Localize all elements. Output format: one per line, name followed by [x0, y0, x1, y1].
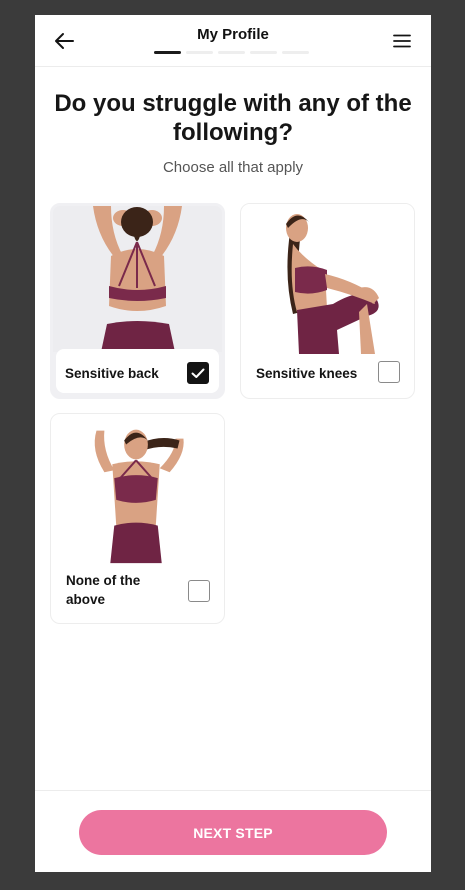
- progress-segment-active: [154, 51, 181, 54]
- progress-segment: [250, 51, 277, 54]
- progress-indicator: [154, 51, 309, 54]
- question-subtitle: Choose all that apply: [162, 159, 304, 176]
- option-checkbox[interactable]: [188, 580, 210, 602]
- option-label: Sensitive knees: [256, 366, 358, 381]
- option-card-sensitive-knees[interactable]: Sensitive knees: [240, 203, 415, 399]
- page-title: My Profile: [197, 26, 269, 43]
- woman-back-view-photo: [53, 206, 222, 352]
- option-card-sensitive-back[interactable]: Sensitive back: [50, 203, 225, 399]
- checkmark-icon: [191, 368, 205, 378]
- progress-segment: [186, 51, 213, 54]
- progress-segment: [282, 51, 309, 54]
- woman-front-pose-photo: [51, 414, 224, 564]
- hamburger-menu-icon: [393, 34, 411, 48]
- bottom-bar: NEXT STEP: [35, 790, 431, 872]
- option-checkbox[interactable]: [378, 361, 400, 383]
- option-checkbox[interactable]: [187, 362, 209, 384]
- next-step-button[interactable]: NEXT STEP: [79, 810, 387, 855]
- woman-knee-stretch-photo: [241, 204, 414, 354]
- option-label: Sensitive back: [65, 366, 159, 381]
- header: My Profile: [35, 15, 431, 67]
- option-label: None of the above: [66, 573, 141, 607]
- option-card-none-of-the-above[interactable]: None of the above: [50, 413, 225, 624]
- menu-button[interactable]: [389, 29, 415, 53]
- question-title: Do you struggle with any of the followin…: [54, 90, 412, 146]
- app-frame: My Profile Do you struggle with any of t…: [35, 15, 431, 872]
- progress-segment: [218, 51, 245, 54]
